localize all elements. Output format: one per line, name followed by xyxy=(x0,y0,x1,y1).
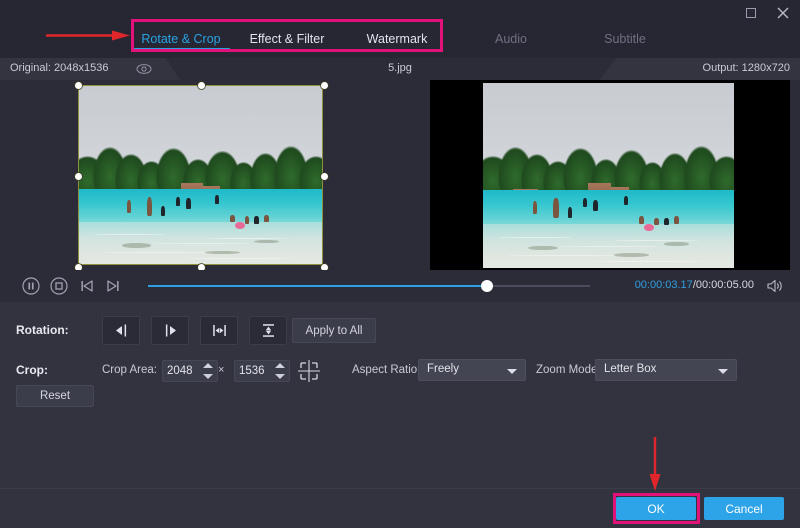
playback-bar: 00:00:03.17/00:00:05.00 xyxy=(0,270,800,302)
chevron-down-icon[interactable] xyxy=(507,369,517,374)
previous-frame-icon[interactable] xyxy=(78,277,96,295)
tab-audio: Audio xyxy=(480,22,542,56)
window-header: Rotate & Crop Effect & Filter Watermark … xyxy=(0,0,800,58)
crop-height-spin-arrows[interactable] xyxy=(275,363,285,379)
active-tab-underline xyxy=(132,48,230,51)
crop-label: Crop: xyxy=(16,363,48,377)
spin-up-icon[interactable] xyxy=(203,363,213,368)
spin-down-icon[interactable] xyxy=(203,374,213,379)
aspect-ratio-label: Aspect Ratio: xyxy=(352,364,420,376)
zoom-mode-value: Letter Box xyxy=(604,363,656,375)
crop-icon[interactable] xyxy=(296,358,322,384)
ok-button[interactable]: OK xyxy=(616,497,696,520)
filename-label: 5.jpg xyxy=(0,62,800,74)
crop-width-stepper[interactable] xyxy=(162,360,218,382)
cancel-button[interactable]: Cancel xyxy=(704,497,784,520)
rotate-left-icon[interactable] xyxy=(102,316,140,345)
close-icon[interactable] xyxy=(774,4,792,22)
tab-bar: Rotate & Crop Effect & Filter Watermark … xyxy=(0,22,800,56)
tab-subtitle: Subtitle xyxy=(593,22,657,56)
tab-label: Rotate & Crop xyxy=(141,32,220,46)
reset-label: Reset xyxy=(40,390,70,402)
rotate-right-icon[interactable] xyxy=(151,316,189,345)
spin-down-icon[interactable] xyxy=(275,374,285,379)
stop-icon[interactable] xyxy=(50,277,68,295)
crop-area-label: Crop Area: xyxy=(102,364,157,376)
maximize-icon[interactable] xyxy=(742,4,760,22)
aspect-ratio-select[interactable]: Freely xyxy=(418,359,526,381)
video-editor-window: Rotate & Crop Effect & Filter Watermark … xyxy=(0,0,800,528)
preview-area xyxy=(0,80,800,270)
crop-height-input[interactable] xyxy=(239,361,273,381)
timecode-display: 00:00:03.17/00:00:05.00 xyxy=(635,279,754,291)
seek-handle[interactable] xyxy=(481,280,493,292)
crop-width-spin-arrows[interactable] xyxy=(203,363,213,379)
apply-to-all-button[interactable]: Apply to All xyxy=(292,318,376,343)
crop-height-stepper[interactable] xyxy=(234,360,290,382)
output-preview-pane xyxy=(420,80,800,270)
reset-button[interactable]: Reset xyxy=(16,385,94,407)
zoom-mode-select[interactable]: Letter Box xyxy=(595,359,737,381)
source-image xyxy=(78,85,323,265)
rotation-label: Rotation: xyxy=(16,323,69,337)
tab-watermark[interactable]: Watermark xyxy=(357,22,437,56)
spin-up-icon[interactable] xyxy=(275,363,285,368)
zoom-mode-label: Zoom Mode: xyxy=(536,364,601,376)
flip-horizontal-icon[interactable] xyxy=(200,316,238,345)
pause-icon[interactable] xyxy=(22,277,40,295)
output-image xyxy=(483,83,734,268)
chevron-down-icon[interactable] xyxy=(718,369,728,374)
current-time: 00:00:03.17 xyxy=(635,279,693,291)
flip-vertical-icon[interactable] xyxy=(249,316,287,345)
apply-to-all-label: Apply to All xyxy=(306,325,363,337)
aspect-ratio-value: Freely xyxy=(427,363,459,375)
tab-label: Subtitle xyxy=(604,32,646,46)
crop-width-input[interactable] xyxy=(167,361,201,381)
volume-icon[interactable] xyxy=(766,278,784,294)
output-resolution-label: Output: 1280x720 xyxy=(703,62,790,74)
dimension-separator: × xyxy=(218,364,224,376)
media-info-bar: Original: 2048x1536 5.jpg Output: 1280x7… xyxy=(0,58,800,80)
total-time: 00:00:05.00 xyxy=(696,279,754,291)
source-preview-pane[interactable] xyxy=(0,80,420,270)
tab-label: Watermark xyxy=(367,32,428,46)
window-controls xyxy=(742,4,792,22)
next-frame-icon[interactable] xyxy=(104,277,122,295)
seek-slider[interactable] xyxy=(148,285,590,287)
tab-effect-filter[interactable]: Effect & Filter xyxy=(243,22,331,56)
tab-label: Effect & Filter xyxy=(250,32,325,46)
seek-progress xyxy=(148,285,488,287)
tab-label: Audio xyxy=(495,32,527,46)
